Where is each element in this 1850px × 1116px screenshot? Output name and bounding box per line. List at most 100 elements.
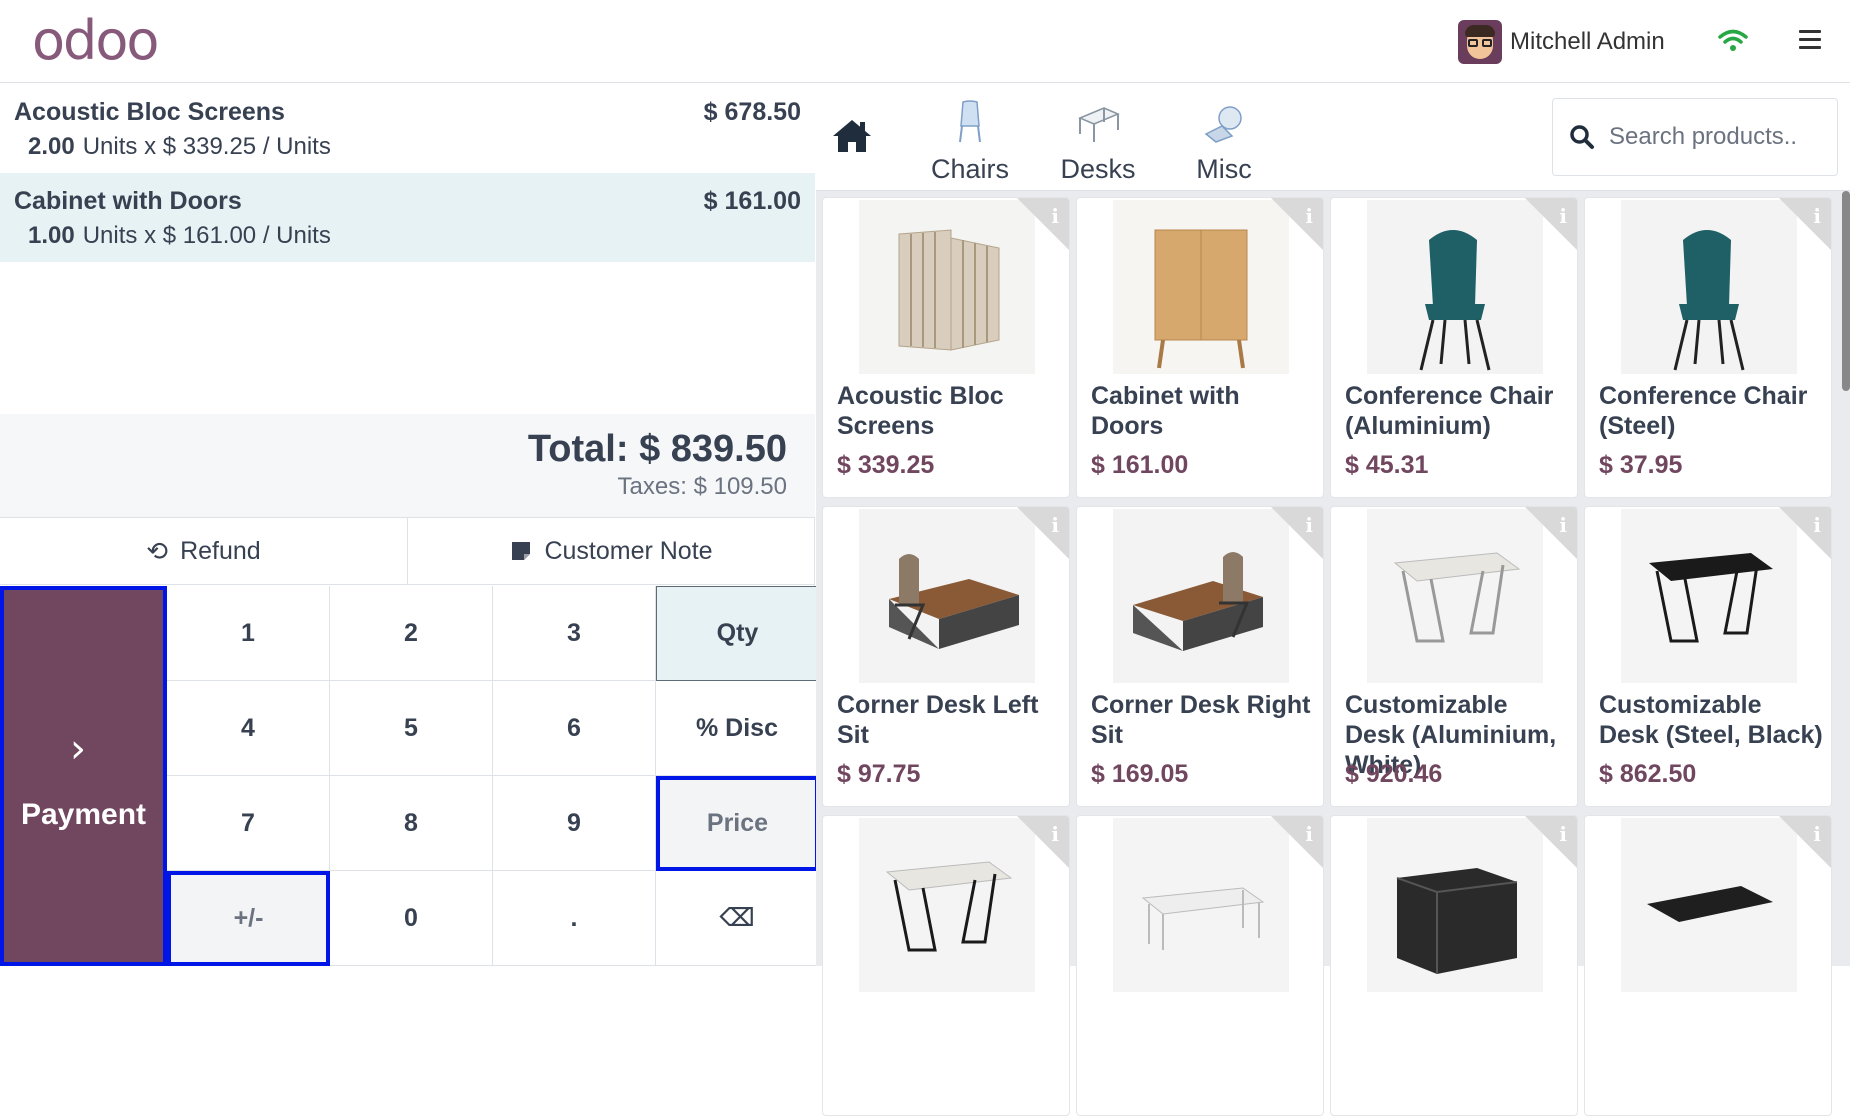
order-line-price: $ 678.50 [703, 98, 801, 126]
product-name: Corner Desk Left Sit [837, 691, 1039, 749]
search-input[interactable] [1609, 123, 1829, 151]
product-image [859, 509, 1035, 683]
plus-minus-button[interactable]: +/- [167, 871, 330, 966]
info-icon[interactable]: i [1271, 198, 1323, 250]
key-2[interactable]: 2 [330, 586, 493, 681]
category-misc[interactable]: Misc [1174, 98, 1274, 185]
product-image [1621, 200, 1797, 374]
key-3[interactable]: 3 [493, 586, 656, 681]
product-image [859, 200, 1035, 374]
order-summary: Total: $ 839.50 Taxes: $ 109.50 [0, 414, 815, 517]
info-icon[interactable]: i [1779, 198, 1831, 250]
order-lines: Acoustic Bloc Screens $ 678.50 2.00 Units… [0, 84, 815, 414]
product-image [1367, 200, 1543, 374]
price-button[interactable]: Price [656, 776, 819, 871]
product-price: $ 169.05 [1091, 760, 1189, 788]
key-6[interactable]: 6 [493, 681, 656, 776]
undo-icon: ⟲ [146, 535, 169, 566]
product-name: Conference Chair (Aluminium) [1345, 382, 1554, 440]
order-total: Total: $ 839.50 [527, 428, 787, 470]
category-bar: Chairs Desks Misc [816, 84, 1850, 191]
product-card[interactable]: i Conference Chair (Steel) $ 37.95 [1584, 197, 1832, 498]
category-chairs[interactable]: Chairs [920, 98, 1020, 185]
odoo-logo: odoo [32, 14, 159, 68]
product-image [1367, 509, 1543, 683]
info-icon[interactable]: i [1525, 198, 1577, 250]
category-label: Misc [1196, 154, 1252, 184]
discount-button[interactable]: % Disc [656, 681, 819, 776]
search-icon [1570, 125, 1594, 149]
category-label: Desks [1060, 154, 1136, 184]
product-card[interactable]: i Customizable Desk (Aluminium, White) $ 9… [1330, 506, 1578, 807]
payment-label: Payment [20, 798, 147, 831]
product-price: $ 45.31 [1345, 451, 1429, 479]
product-price: $ 37.95 [1599, 451, 1683, 479]
product-card[interactable]: i Corner Desk Right Sit $ 169.05 [1076, 506, 1324, 807]
customer-note-button[interactable]: Customer Note [408, 518, 815, 584]
product-price: $ 862.50 [1599, 760, 1697, 788]
qty-button[interactable]: Qty [656, 586, 819, 681]
user-menu[interactable]: Mitchell Admin [1458, 20, 1665, 64]
hamburger-menu-icon[interactable] [1796, 28, 1824, 52]
product-price: $ 339.25 [837, 451, 935, 479]
control-buttons: ⟲ Refund Customer Note [0, 517, 815, 585]
key-8[interactable]: 8 [330, 776, 493, 871]
order-line-unit: Units x $ 339.25 / Units [82, 133, 331, 160]
info-icon[interactable]: i [1525, 507, 1577, 559]
key-0[interactable]: 0 [330, 871, 493, 966]
info-icon[interactable]: i [1271, 507, 1323, 559]
desk-icon [1048, 98, 1148, 144]
product-card[interactable]: i Cabinet with Doors $ 161.00 [1076, 197, 1324, 498]
product-name: Corner Desk Right Sit [1091, 691, 1311, 749]
scrollbar[interactable] [1842, 191, 1850, 391]
info-icon[interactable]: i [1525, 816, 1577, 868]
product-card[interactable]: i Corner Desk Left Sit $ 97.75 [822, 506, 1070, 807]
product-price: $ 97.75 [837, 760, 921, 788]
key-7[interactable]: 7 [167, 776, 330, 871]
key-4[interactable]: 4 [167, 681, 330, 776]
order-line[interactable]: Acoustic Bloc Screens $ 678.50 2.00 Units… [0, 84, 815, 173]
product-name: Conference Chair (Steel) [1599, 382, 1808, 440]
key-1[interactable]: 1 [167, 586, 330, 681]
payment-button[interactable]: › Payment [0, 586, 167, 966]
order-line-detail: 1.00 Units x $ 161.00 / Units [28, 222, 801, 250]
user-name: Mitchell Admin [1510, 28, 1665, 55]
product-price: $ 161.00 [1091, 451, 1189, 479]
product-card[interactable]: i Customizable Desk (Steel, Black) $ 862.5… [1584, 506, 1832, 807]
order-line-qty: 2.00 [28, 133, 75, 160]
chair-icon [920, 98, 1020, 144]
info-icon[interactable]: i [1017, 198, 1069, 250]
order-line-name: Acoustic Bloc Screens [14, 98, 285, 126]
order-taxes: Taxes: $ 109.50 [617, 473, 787, 500]
misc-icon [1174, 98, 1274, 144]
product-image [1113, 200, 1289, 374]
numpad: › Payment 1 2 3 Qty 4 5 6% Disc 7 8 9 Price +/- 0. ⌫ [0, 585, 819, 966]
chevron-right-icon: › [70, 726, 86, 772]
category-label: Chairs [930, 154, 1010, 184]
order-line-selected[interactable]: Cabinet with Doors $ 161.00 1.00 Units x … [0, 173, 815, 262]
product-card[interactable]: i Acoustic Bloc Screens $ 339.25 [822, 197, 1070, 498]
info-icon[interactable]: i [1779, 507, 1831, 559]
product-price: $ 920.46 [1345, 760, 1443, 788]
info-icon[interactable]: i [1017, 816, 1069, 868]
home-icon[interactable] [830, 114, 874, 158]
backspace-button[interactable]: ⌫ [656, 871, 819, 966]
info-icon[interactable]: i [1779, 816, 1831, 868]
search-box[interactable] [1552, 98, 1838, 176]
info-icon[interactable]: i [1271, 816, 1323, 868]
product-name: Acoustic Bloc Screens [837, 382, 1004, 440]
category-desks[interactable]: Desks [1048, 98, 1148, 185]
decimal-button[interactable]: . [493, 871, 656, 966]
key-9[interactable]: 9 [493, 776, 656, 871]
product-card[interactable]: i Conference Chair (Aluminium) $ 45.31 [1330, 197, 1578, 498]
note-icon [512, 542, 531, 560]
refund-button[interactable]: ⟲ Refund [0, 518, 408, 584]
product-pane: Chairs Desks Misc i Acoustic Bloc Screens… [816, 84, 1850, 1116]
order-line-name: Cabinet with Doors [14, 187, 242, 215]
refund-label: Refund [180, 536, 261, 565]
info-icon[interactable]: i [1017, 507, 1069, 559]
product-image [1621, 509, 1797, 683]
key-5[interactable]: 5 [330, 681, 493, 776]
customer-note-label: Customer Note [544, 536, 713, 565]
order-pane: Acoustic Bloc Screens $ 678.50 2.00 Units… [0, 84, 819, 966]
